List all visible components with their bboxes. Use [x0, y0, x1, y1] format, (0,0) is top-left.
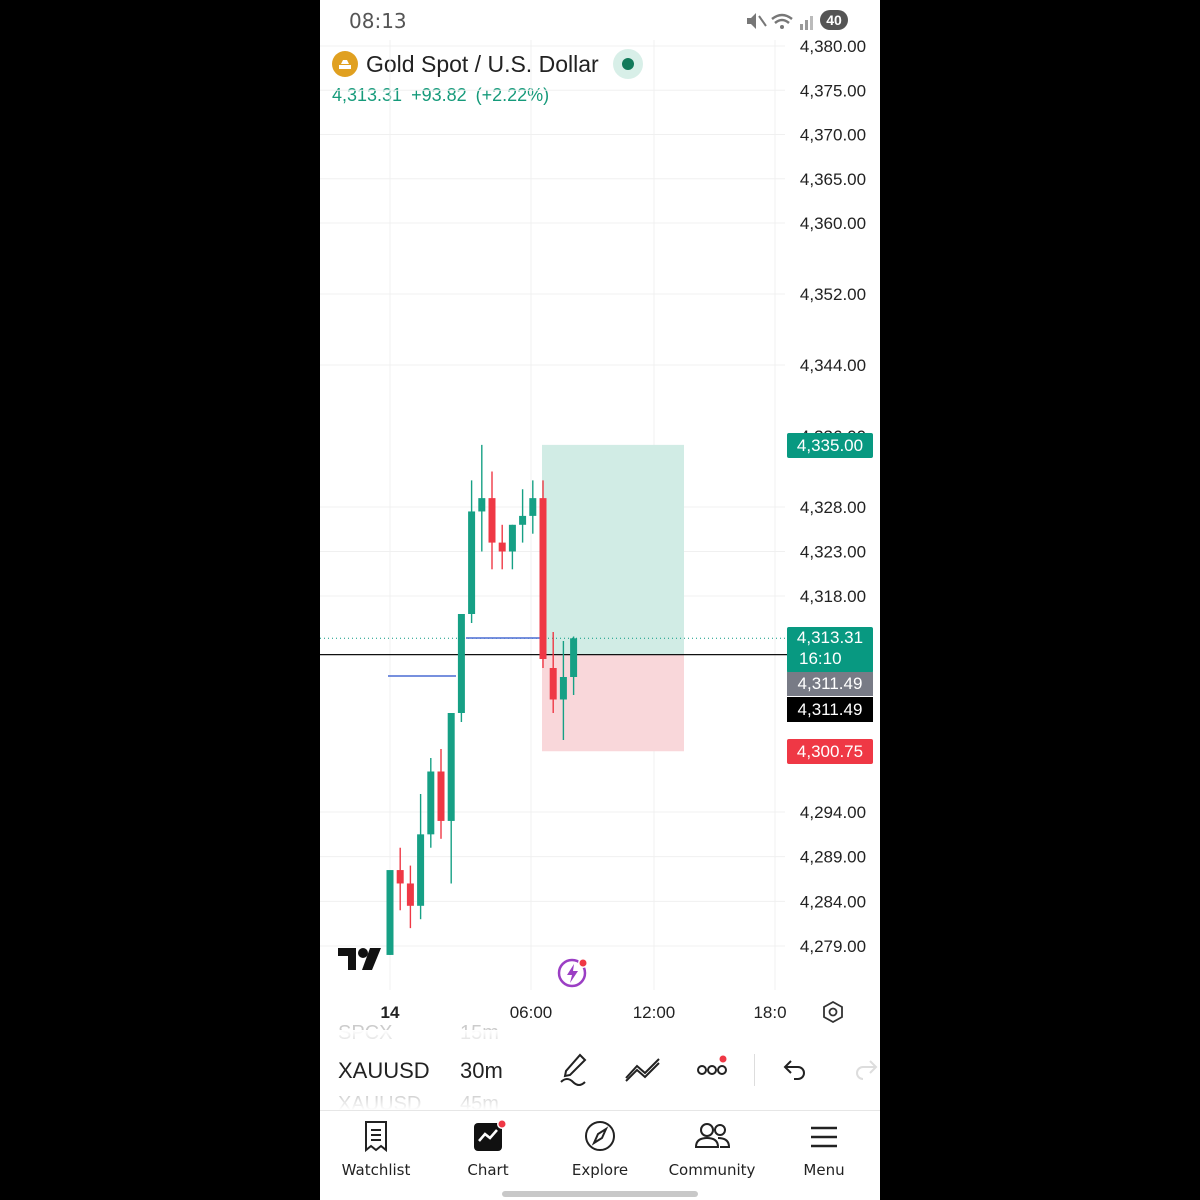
candle-body — [427, 771, 435, 835]
price-axis-label: 4,344.00 — [800, 356, 866, 375]
price-axis-label: 4,360.00 — [800, 214, 866, 233]
bar-countdown: 16:10 — [799, 649, 842, 668]
undo-icon[interactable] — [782, 1058, 808, 1087]
price-axis-label: 4,375.00 — [800, 81, 866, 100]
nav-explore-label: Explore — [571, 1161, 629, 1179]
candle-body — [478, 498, 486, 512]
target-price-tag: 4,335.00 — [787, 433, 873, 458]
chart-icon — [472, 1119, 507, 1153]
time-axis: 14 06:00 12:00 18:0 — [381, 1003, 787, 1022]
candle-body — [508, 524, 516, 552]
nav-watchlist[interactable]: Watchlist — [326, 1111, 426, 1181]
chart-toolbar: SPCX 15m XAUUSD 30m XAUUSD 45m — [320, 1022, 880, 1115]
candle-body — [468, 511, 476, 614]
symbol-picker[interactable]: XAUUSD — [338, 1058, 430, 1084]
candle-body — [570, 638, 578, 677]
nav-menu-label: Menu — [803, 1161, 845, 1179]
crosshair-price-tag-grey: 4,311.49 — [787, 672, 873, 696]
price-axis-label: 4,328.00 — [800, 498, 866, 517]
crosshair-price-tag: 4,311.49 — [787, 697, 873, 722]
candle-body — [498, 542, 506, 552]
stop-price-tag: 4,300.75 — [787, 739, 873, 764]
price-axis-label: 4,294.00 — [800, 803, 866, 822]
price-axis-label: 4,370.00 — [800, 126, 866, 145]
watchlist-icon — [360, 1119, 392, 1153]
profit-zone — [542, 444, 684, 655]
nav-community-label: Community — [668, 1161, 756, 1179]
candle-body — [519, 515, 527, 525]
candle-body — [488, 498, 496, 543]
compass-icon — [584, 1119, 616, 1153]
menu-icon — [808, 1119, 840, 1153]
time-axis-label: 06:00 — [510, 1003, 553, 1022]
nav-menu[interactable]: Menu — [774, 1111, 874, 1181]
nav-chart-label: Chart — [467, 1161, 509, 1179]
price-axis-label: 4,380.00 — [800, 37, 866, 56]
price-chart[interactable]: 4,336.004,380.004,375.004,370.004,365.00… — [320, 0, 880, 1030]
candle-body — [396, 870, 404, 884]
home-indicator — [502, 1191, 698, 1197]
candle-body — [457, 614, 465, 713]
candle-body — [529, 498, 537, 516]
price-axis: 4,336.004,380.004,375.004,370.004,365.00… — [800, 37, 866, 956]
candle-body — [559, 677, 567, 700]
phone-screen: 08:13 40 Gold Spot / U.S. Dollar 4,313.3… — [320, 0, 880, 1200]
last-price-tag: 4,313.31 16:10 — [787, 627, 873, 673]
indicators-more-icon[interactable] — [696, 1054, 730, 1085]
nav-watchlist-label: Watchlist — [341, 1161, 411, 1179]
candle-body — [386, 870, 394, 955]
redo-icon[interactable] — [853, 1058, 879, 1087]
price-axis-label: 4,289.00 — [800, 848, 866, 867]
nav-chart[interactable]: Chart — [438, 1111, 538, 1181]
price-axis-label: 4,279.00 — [800, 937, 866, 956]
drawing-pen-icon[interactable] — [558, 1052, 588, 1091]
nav-community[interactable]: Community — [662, 1111, 762, 1181]
price-axis-label: 4,318.00 — [800, 587, 866, 606]
candle-body — [539, 498, 547, 659]
candle-body — [437, 771, 445, 821]
nav-explore[interactable]: Explore — [550, 1111, 650, 1181]
price-axis-label: 4,365.00 — [800, 170, 866, 189]
chart-settings-icon[interactable] — [821, 1000, 845, 1029]
last-price-tag-value: 4,313.31 — [796, 628, 864, 647]
time-axis-label: 18:0 — [753, 1003, 786, 1022]
candle-body — [549, 668, 557, 700]
interval-picker[interactable]: 30m — [460, 1058, 503, 1084]
candle-body — [447, 713, 455, 821]
community-icon — [694, 1119, 732, 1153]
bottom-navigation: Watchlist Chart Explore Community Menu — [320, 1110, 880, 1191]
candle-body — [406, 883, 414, 906]
price-axis-label: 4,323.00 — [800, 543, 866, 562]
time-axis-label: 12:00 — [633, 1003, 676, 1022]
tradingview-logo-icon — [336, 944, 382, 979]
price-axis-label: 4,284.00 — [800, 892, 866, 911]
trend-lines-icon[interactable] — [623, 1054, 663, 1089]
time-axis-label: 14 — [381, 1003, 400, 1022]
price-axis-label: 4,352.00 — [800, 285, 866, 304]
flash-alerts-icon[interactable] — [555, 955, 591, 996]
candle-body — [417, 834, 425, 906]
